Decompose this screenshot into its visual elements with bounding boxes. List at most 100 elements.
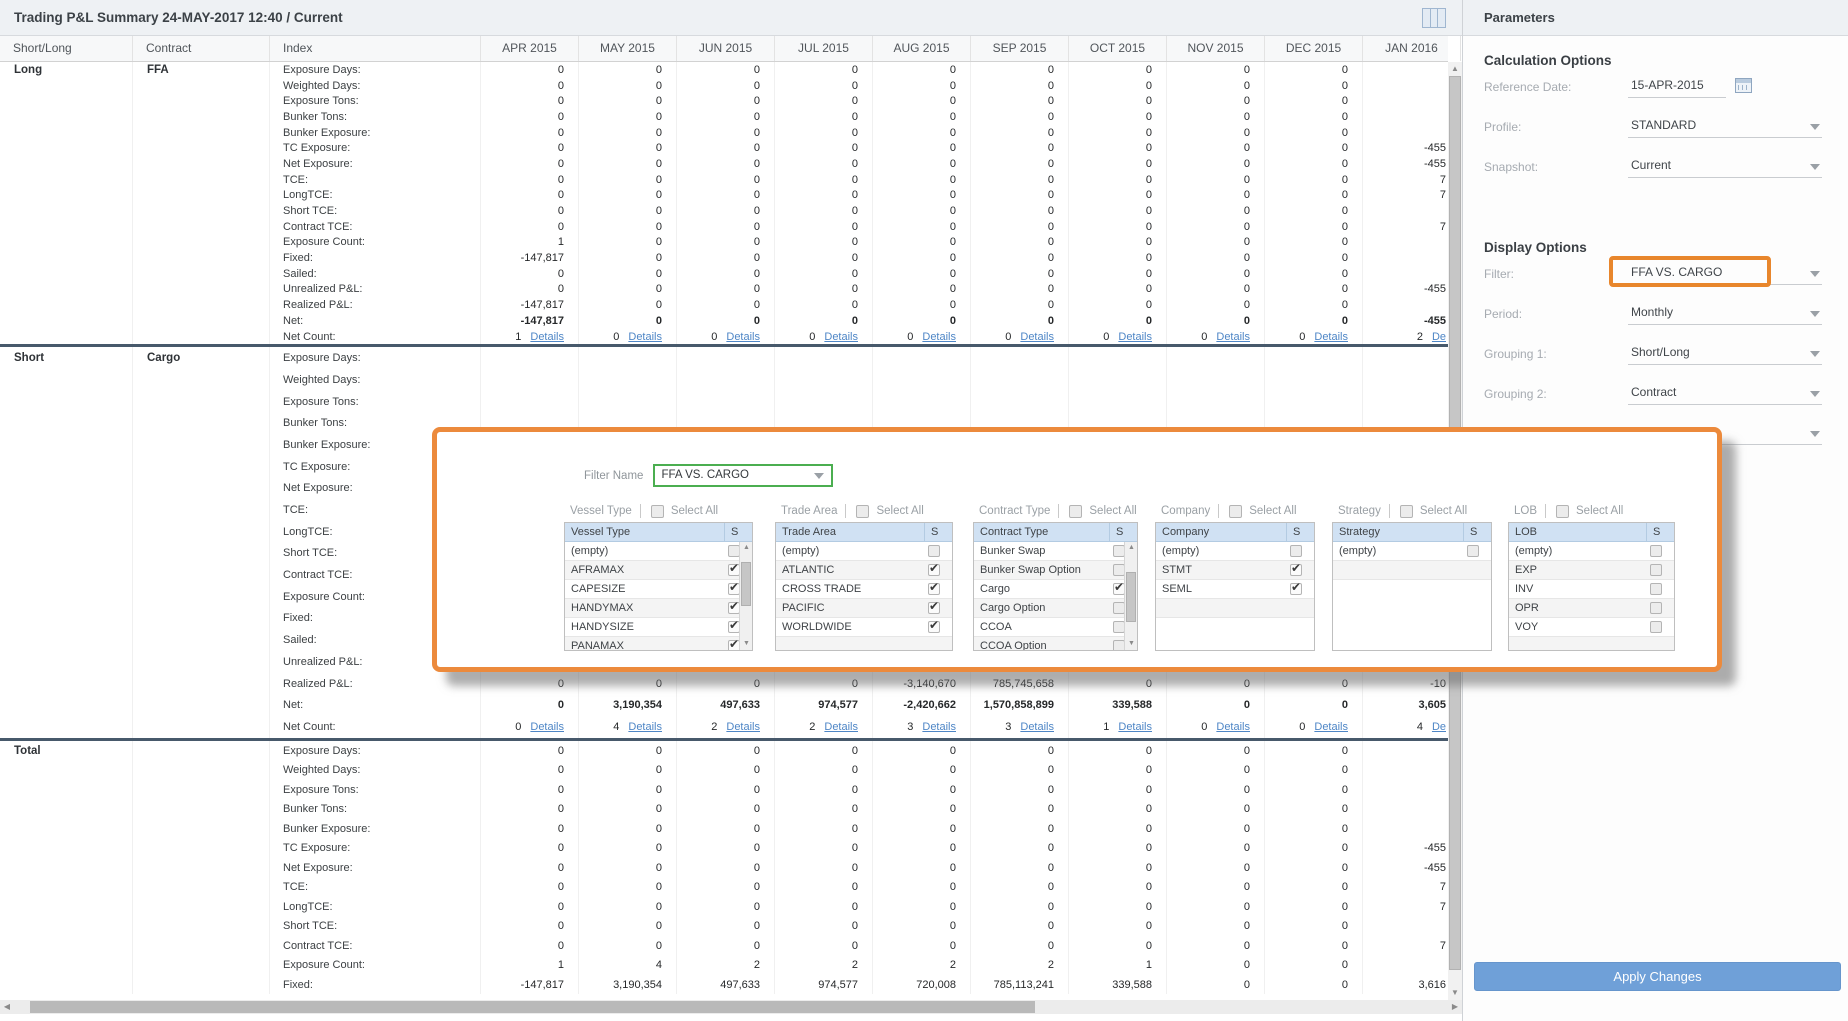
chevron-down-icon[interactable] — [1810, 391, 1820, 397]
filter-option[interactable]: OPR — [1509, 599, 1674, 618]
scroll-up-icon[interactable]: ▲ — [1125, 542, 1138, 554]
filter-option[interactable]: Bunker Swap — [974, 542, 1137, 561]
horizontal-scrollbar[interactable]: ◀ ▶ — [0, 1000, 1462, 1014]
details-link[interactable]: Details — [1020, 721, 1054, 733]
checkbox[interactable] — [1650, 564, 1662, 576]
details-link[interactable]: Details — [922, 331, 956, 343]
filter-option[interactable]: Cargo Option — [974, 599, 1137, 618]
filter-option[interactable]: PANAMAX — [565, 637, 752, 651]
details-link[interactable]: Details — [1314, 721, 1348, 733]
details-link[interactable]: De — [1432, 721, 1446, 733]
chevron-down-icon[interactable] — [1810, 431, 1820, 437]
param-value-dropdown[interactable]: FFA VS. CARGO — [1628, 261, 1822, 285]
checkbox[interactable] — [1650, 583, 1662, 595]
column-chooser-icon[interactable] — [1422, 8, 1446, 28]
checkbox[interactable] — [1467, 545, 1479, 557]
checkbox[interactable] — [928, 602, 940, 614]
filter-option[interactable]: VOY — [1509, 618, 1674, 637]
filter-option[interactable]: CCOA — [974, 618, 1137, 637]
filter-option[interactable]: (empty) — [1156, 542, 1314, 561]
details-link[interactable]: Details — [1314, 331, 1348, 343]
select-all-checkbox[interactable] — [651, 505, 664, 518]
details-link[interactable]: De — [1432, 331, 1446, 343]
filter-option[interactable]: SEML — [1156, 580, 1314, 599]
details-link[interactable]: Details — [1118, 331, 1152, 343]
chevron-down-icon[interactable] — [1810, 311, 1820, 317]
details-link[interactable]: Details — [530, 721, 564, 733]
select-all-checkbox[interactable] — [1229, 505, 1242, 518]
filter-option[interactable]: (empty) — [776, 542, 952, 561]
details-link[interactable]: Details — [1216, 721, 1250, 733]
filter-option[interactable]: (empty) — [565, 542, 752, 561]
list-scrollbar[interactable]: ▲▼ — [1124, 542, 1137, 650]
filter-option[interactable]: HANDYSIZE — [565, 618, 752, 637]
filter-tab-trade-area[interactable]: Trade Area — [781, 505, 837, 517]
scroll-left-icon[interactable]: ◀ — [0, 1000, 14, 1014]
select-all-checkbox[interactable] — [1069, 505, 1082, 518]
checkbox[interactable] — [928, 545, 940, 557]
filter-tab-contract-type[interactable]: Contract Type — [979, 505, 1050, 517]
details-link[interactable]: Details — [1020, 331, 1054, 343]
filter-option[interactable]: Cargo — [974, 580, 1137, 599]
apply-changes-button[interactable]: Apply Changes — [1474, 962, 1841, 991]
details-link[interactable]: Details — [922, 721, 956, 733]
scroll-down-icon[interactable]: ▼ — [1448, 986, 1462, 1000]
checkbox[interactable] — [1650, 602, 1662, 614]
filter-option[interactable]: STMT — [1156, 561, 1314, 580]
filter-option[interactable]: HANDYMAX — [565, 599, 752, 618]
details-link[interactable]: Details — [726, 721, 760, 733]
scroll-up-icon[interactable]: ▲ — [740, 542, 753, 554]
filter-option[interactable]: ATLANTIC — [776, 561, 952, 580]
details-link[interactable]: Details — [824, 331, 858, 343]
filter-tab-strategy[interactable]: Strategy — [1338, 505, 1381, 517]
scroll-down-icon[interactable]: ▼ — [1125, 638, 1138, 650]
details-link[interactable]: Details — [824, 721, 858, 733]
chevron-down-icon[interactable] — [1810, 124, 1820, 130]
checkbox[interactable] — [1650, 621, 1662, 633]
filter-tab-company[interactable]: Company — [1161, 505, 1210, 517]
checkbox[interactable] — [1290, 583, 1302, 595]
filter-option[interactable]: INV — [1509, 580, 1674, 599]
scroll-down-icon[interactable]: ▼ — [740, 638, 753, 650]
checkbox[interactable] — [928, 583, 940, 595]
checkbox[interactable] — [1650, 545, 1662, 557]
details-link[interactable]: Details — [1216, 331, 1250, 343]
chevron-down-icon[interactable] — [1810, 271, 1820, 277]
select-all-checkbox[interactable] — [1400, 505, 1413, 518]
list-scroll-thumb[interactable] — [741, 562, 751, 606]
details-link[interactable]: Details — [628, 331, 662, 343]
select-all-checkbox[interactable] — [1556, 505, 1569, 518]
filter-name-dropdown[interactable]: FFA VS. CARGO — [653, 464, 833, 487]
param-value-dropdown[interactable]: Contract — [1628, 381, 1822, 405]
checkbox[interactable] — [1290, 545, 1302, 557]
checkbox[interactable] — [928, 621, 940, 633]
select-all-checkbox[interactable] — [856, 505, 869, 518]
filter-option[interactable]: PACIFIC — [776, 599, 952, 618]
scroll-right-icon[interactable]: ▶ — [1448, 1000, 1462, 1014]
list-scroll-thumb[interactable] — [1126, 572, 1136, 622]
filter-option[interactable]: CAPESIZE — [565, 580, 752, 599]
chevron-down-icon[interactable] — [1810, 164, 1820, 170]
chevron-down-icon[interactable] — [1810, 351, 1820, 357]
param-value-dropdown[interactable]: Short/Long — [1628, 341, 1822, 365]
filter-option[interactable]: AFRAMAX — [565, 561, 752, 580]
checkbox[interactable] — [1290, 564, 1302, 576]
details-link[interactable]: Details — [726, 331, 760, 343]
filter-option[interactable]: CROSS TRADE — [776, 580, 952, 599]
calendar-icon[interactable] — [1735, 78, 1752, 93]
param-value-dropdown[interactable]: Current — [1628, 154, 1822, 178]
param-value-dropdown[interactable]: STANDARD — [1628, 114, 1822, 138]
scroll-up-icon[interactable]: ▲ — [1448, 62, 1462, 76]
list-scrollbar[interactable]: ▲▼ — [739, 542, 752, 650]
param-value-dropdown[interactable]: 15-APR-2015 — [1628, 74, 1726, 98]
filter-tab-vessel-type[interactable]: Vessel Type — [570, 505, 632, 517]
filter-option[interactable]: CCOA Option — [974, 637, 1137, 651]
param-value-dropdown[interactable]: Monthly — [1628, 301, 1822, 325]
filter-option[interactable]: (empty) — [1509, 542, 1674, 561]
details-link[interactable]: Details — [1118, 721, 1152, 733]
filter-option[interactable]: (empty) — [1333, 542, 1491, 561]
chevron-down-icon[interactable] — [814, 473, 824, 479]
filter-option[interactable]: EXP — [1509, 561, 1674, 580]
details-link[interactable]: Details — [530, 331, 564, 343]
filter-option[interactable]: Bunker Swap Option — [974, 561, 1137, 580]
